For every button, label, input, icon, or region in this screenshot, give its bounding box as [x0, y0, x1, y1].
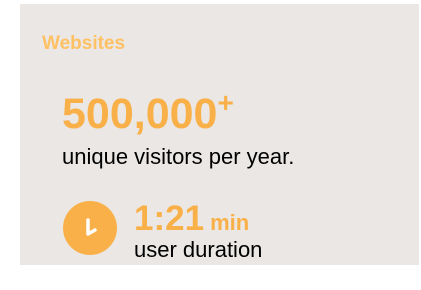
duration-caption: user duration	[134, 237, 263, 262]
visitors-suffix: +	[217, 87, 234, 118]
duration-stat: 1:21 min	[134, 201, 249, 236]
duration-value: 1:21	[134, 199, 205, 238]
card-heading: Websites	[42, 33, 126, 54]
visitors-stat: 500,000+	[62, 89, 234, 138]
duration-unit: min	[210, 210, 250, 235]
visitors-value: 500,000	[62, 90, 218, 138]
websites-stats-card: Websites 500,000+ unique visitors per ye…	[20, 4, 419, 265]
clock-icon	[62, 200, 118, 256]
visitors-caption: unique visitors per year.	[62, 144, 295, 169]
